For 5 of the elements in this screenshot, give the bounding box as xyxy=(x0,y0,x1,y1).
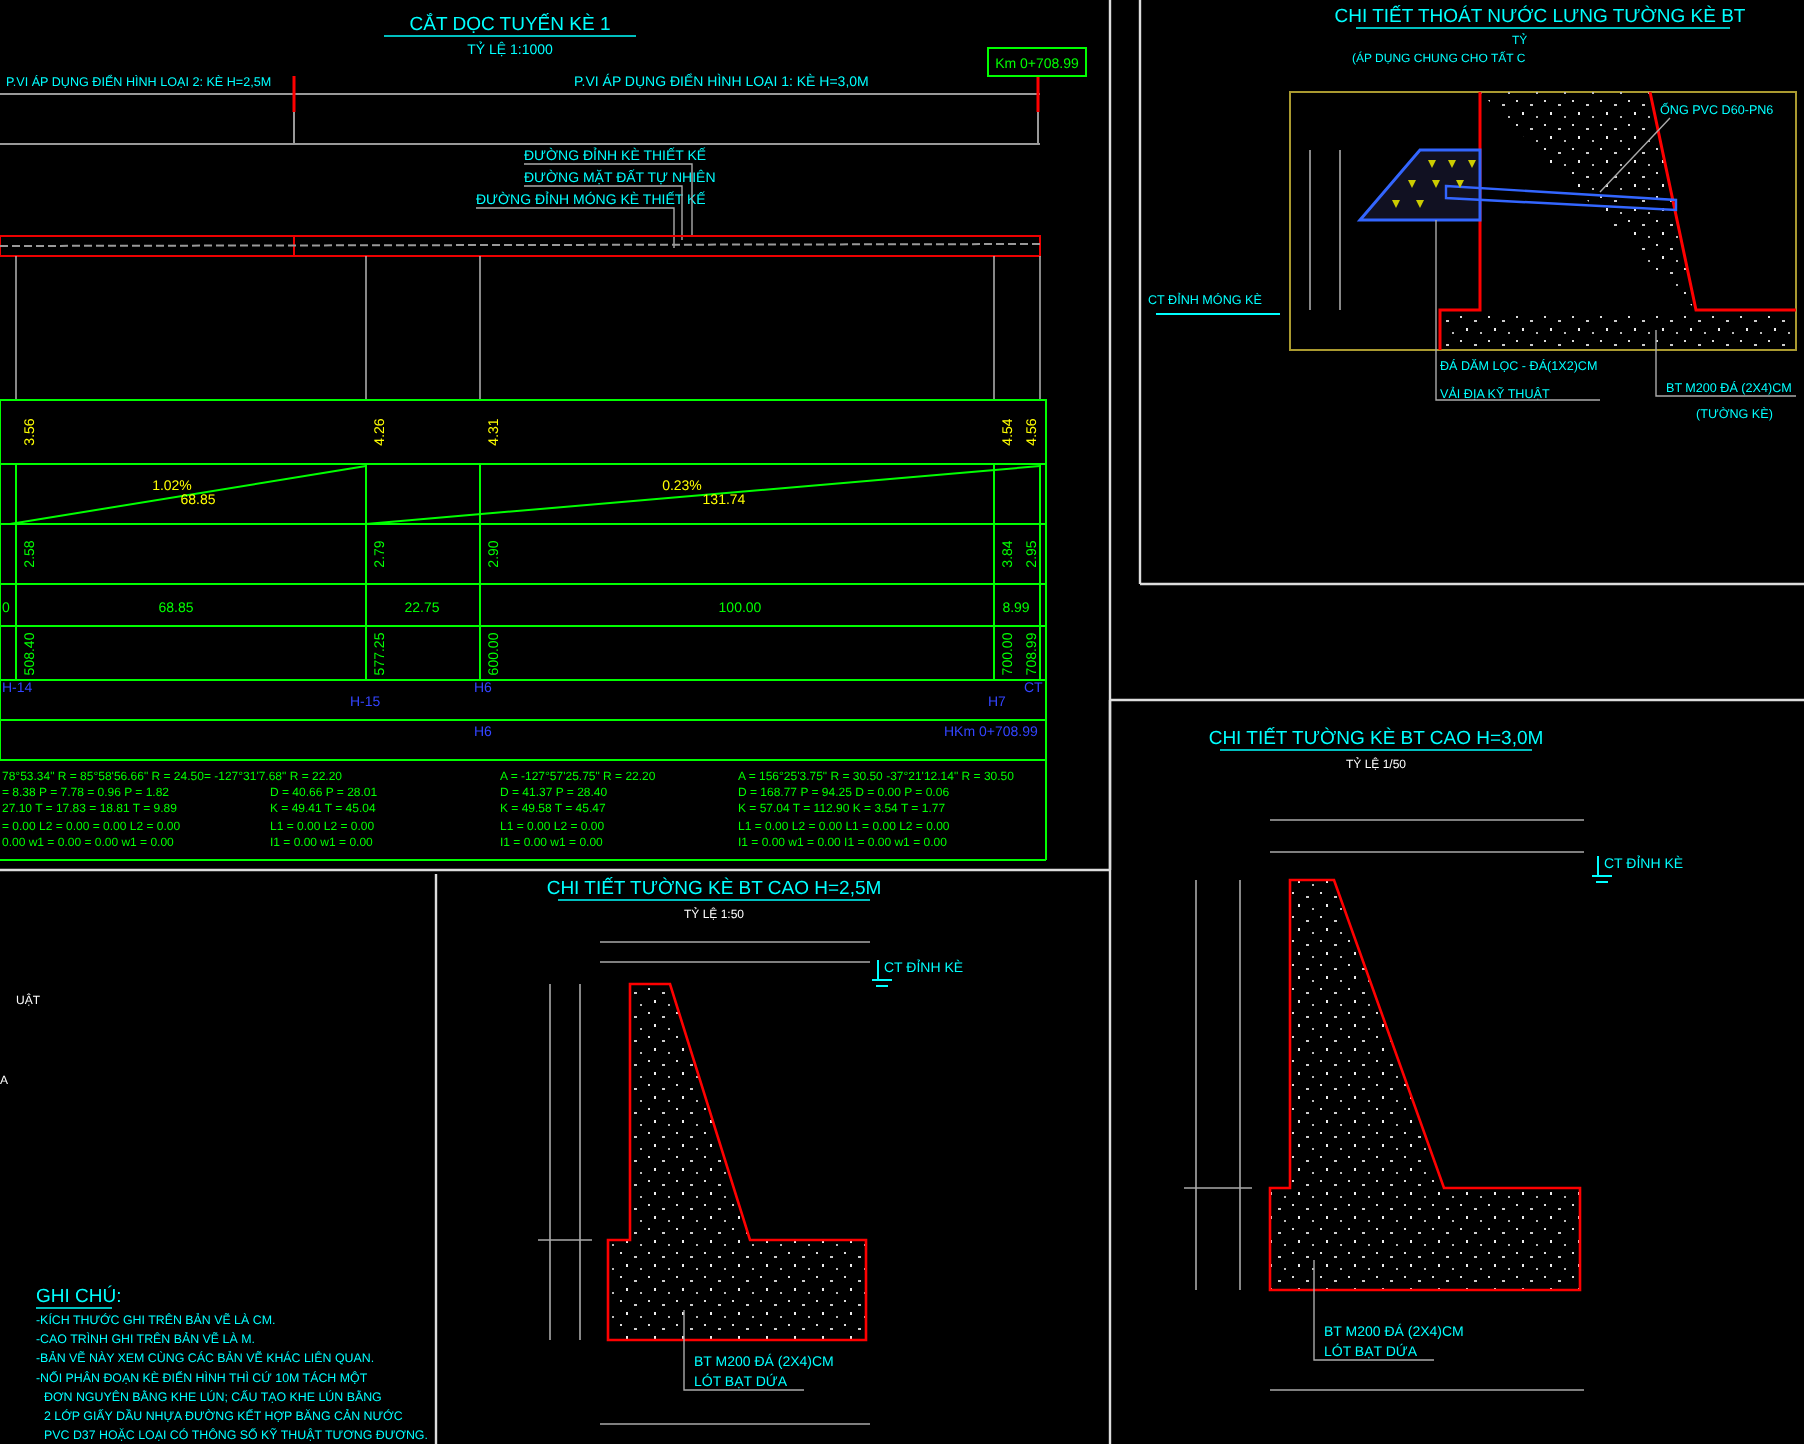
notes-title: GHI CHÚ: xyxy=(36,1286,122,1308)
detail-title: CHI TIẾT THOÁT NƯỚC LƯNG TƯỜNG KÈ BT xyxy=(1334,6,1746,28)
detail-title: CHI TIẾT TƯỜNG KÈ BT CAO H=2,5M xyxy=(546,878,882,900)
profile-title: CẮT DỌC TUYẾN KÈ 1 xyxy=(409,14,611,36)
detail-title: CHI TIẾT TƯỜNG KÈ BT CAO H=3,0M xyxy=(1208,728,1544,750)
